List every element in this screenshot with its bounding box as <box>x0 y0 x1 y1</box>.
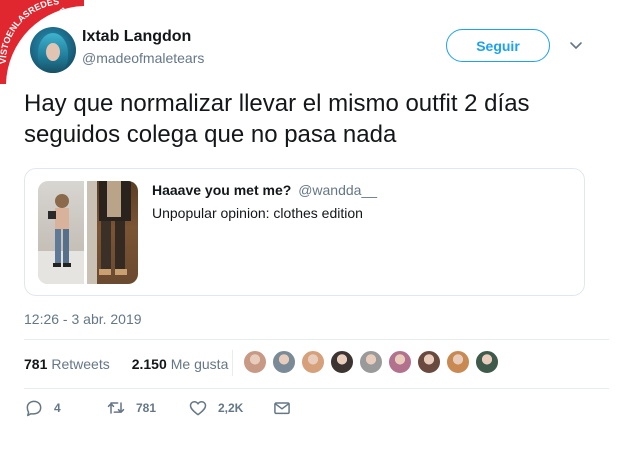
retweets-label[interactable]: Retweets <box>51 356 109 372</box>
heart-icon <box>189 401 207 416</box>
liker-avatar[interactable] <box>243 350 267 374</box>
quoted-tweet-author-handle[interactable]: @wandda__ <box>298 182 377 198</box>
like-button[interactable]: 2,2K <box>188 398 272 418</box>
reply-count: 4 <box>54 401 61 415</box>
likes-label[interactable]: Me gusta <box>171 356 229 372</box>
quoted-tweet-card[interactable]: Haaave you met me? @wandda__ Unpopular o… <box>24 168 585 296</box>
tweet-stats: 781 Retweets 2.150 Me gusta <box>24 356 228 372</box>
divider <box>24 339 609 340</box>
like-count: 2,2K <box>218 401 244 415</box>
direct-message-button[interactable] <box>272 398 292 418</box>
reply-button[interactable]: 4 <box>24 398 106 418</box>
envelope-icon <box>274 402 290 415</box>
quoted-tweet-image-2[interactable] <box>87 181 138 284</box>
liker-avatar[interactable] <box>359 350 383 374</box>
tweet-text: Hay que normalizar llevar el mismo outfi… <box>24 90 530 148</box>
retweet-button[interactable]: 781 <box>106 398 188 418</box>
reply-icon <box>26 400 42 417</box>
quoted-tweet-image-1[interactable] <box>38 181 84 284</box>
tweet-actions: 4 781 2,2K <box>24 398 292 418</box>
author-handle[interactable]: @madeofmaletears <box>82 50 204 66</box>
follow-button[interactable]: Seguir <box>446 29 550 62</box>
retweet-icon <box>107 402 125 414</box>
tweet-timestamp[interactable]: 12:26 - 3 abr. 2019 <box>24 311 142 327</box>
author-avatar[interactable] <box>30 27 76 73</box>
retweet-count: 781 <box>136 401 157 415</box>
quoted-tweet-header: Haaave you met me? @wandda__ <box>152 182 377 198</box>
author-name[interactable]: Ixtab Langdon <box>82 28 191 46</box>
liker-avatar[interactable] <box>388 350 412 374</box>
liker-avatar[interactable] <box>475 350 499 374</box>
retweets-count[interactable]: 781 <box>24 356 47 372</box>
liker-avatar[interactable] <box>301 350 325 374</box>
quoted-tweet-author-name[interactable]: Haaave you met me? <box>152 182 291 198</box>
likes-count[interactable]: 2.150 <box>132 356 167 372</box>
chevron-down-icon[interactable] <box>569 41 583 51</box>
divider <box>24 388 609 389</box>
liker-avatar[interactable] <box>417 350 441 374</box>
liker-avatars <box>232 350 499 376</box>
liker-avatar[interactable] <box>272 350 296 374</box>
quoted-tweet-text: Unpopular opinion: clothes edition <box>152 205 363 221</box>
liker-avatar[interactable] <box>330 350 354 374</box>
liker-avatar[interactable] <box>446 350 470 374</box>
